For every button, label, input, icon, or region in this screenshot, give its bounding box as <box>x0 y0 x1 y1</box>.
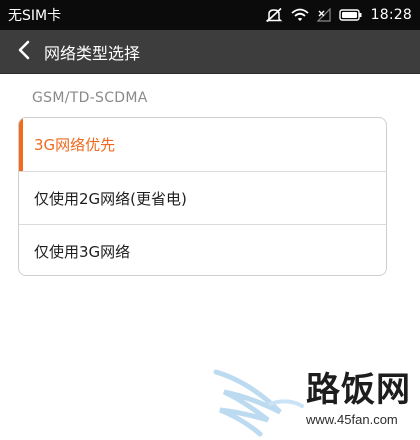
notification-muted-icon <box>265 7 283 23</box>
chevron-left-icon <box>17 40 31 64</box>
option-label: 3G网络优先 <box>34 136 116 154</box>
back-button[interactable] <box>6 30 42 74</box>
page-title: 网络类型选择 <box>44 43 141 63</box>
option-3g-preferred[interactable]: 3G网络优先 <box>19 118 386 171</box>
status-time: 18:28 <box>370 7 412 23</box>
option-2g-only[interactable]: 仅使用2G网络(更省电) <box>19 171 386 224</box>
wing-logo-icon <box>213 369 304 437</box>
title-bar: 网络类型选择 <box>0 30 420 74</box>
wifi-icon <box>291 8 309 22</box>
status-bar: 无SIM卡 18:28 <box>0 0 420 30</box>
watermark-url: www.45fan.com <box>306 412 398 427</box>
section-header: GSM/TD-SCDMA <box>32 90 148 106</box>
watermark: 路饭网 www.45fan.com <box>210 362 420 440</box>
watermark-brand: 路饭网 <box>306 370 411 410</box>
option-label: 仅使用3G网络 <box>34 242 131 261</box>
option-3g-only[interactable]: 仅使用3G网络 <box>19 224 386 275</box>
no-signal-icon <box>316 8 331 22</box>
carrier-label: 无SIM卡 <box>8 8 62 24</box>
network-type-options: 3G网络优先 仅使用2G网络(更省电) 仅使用3G网络 <box>18 117 387 276</box>
battery-icon <box>338 8 363 22</box>
option-label: 仅使用2G网络(更省电) <box>34 189 187 208</box>
status-icons: 18:28 <box>265 7 412 23</box>
